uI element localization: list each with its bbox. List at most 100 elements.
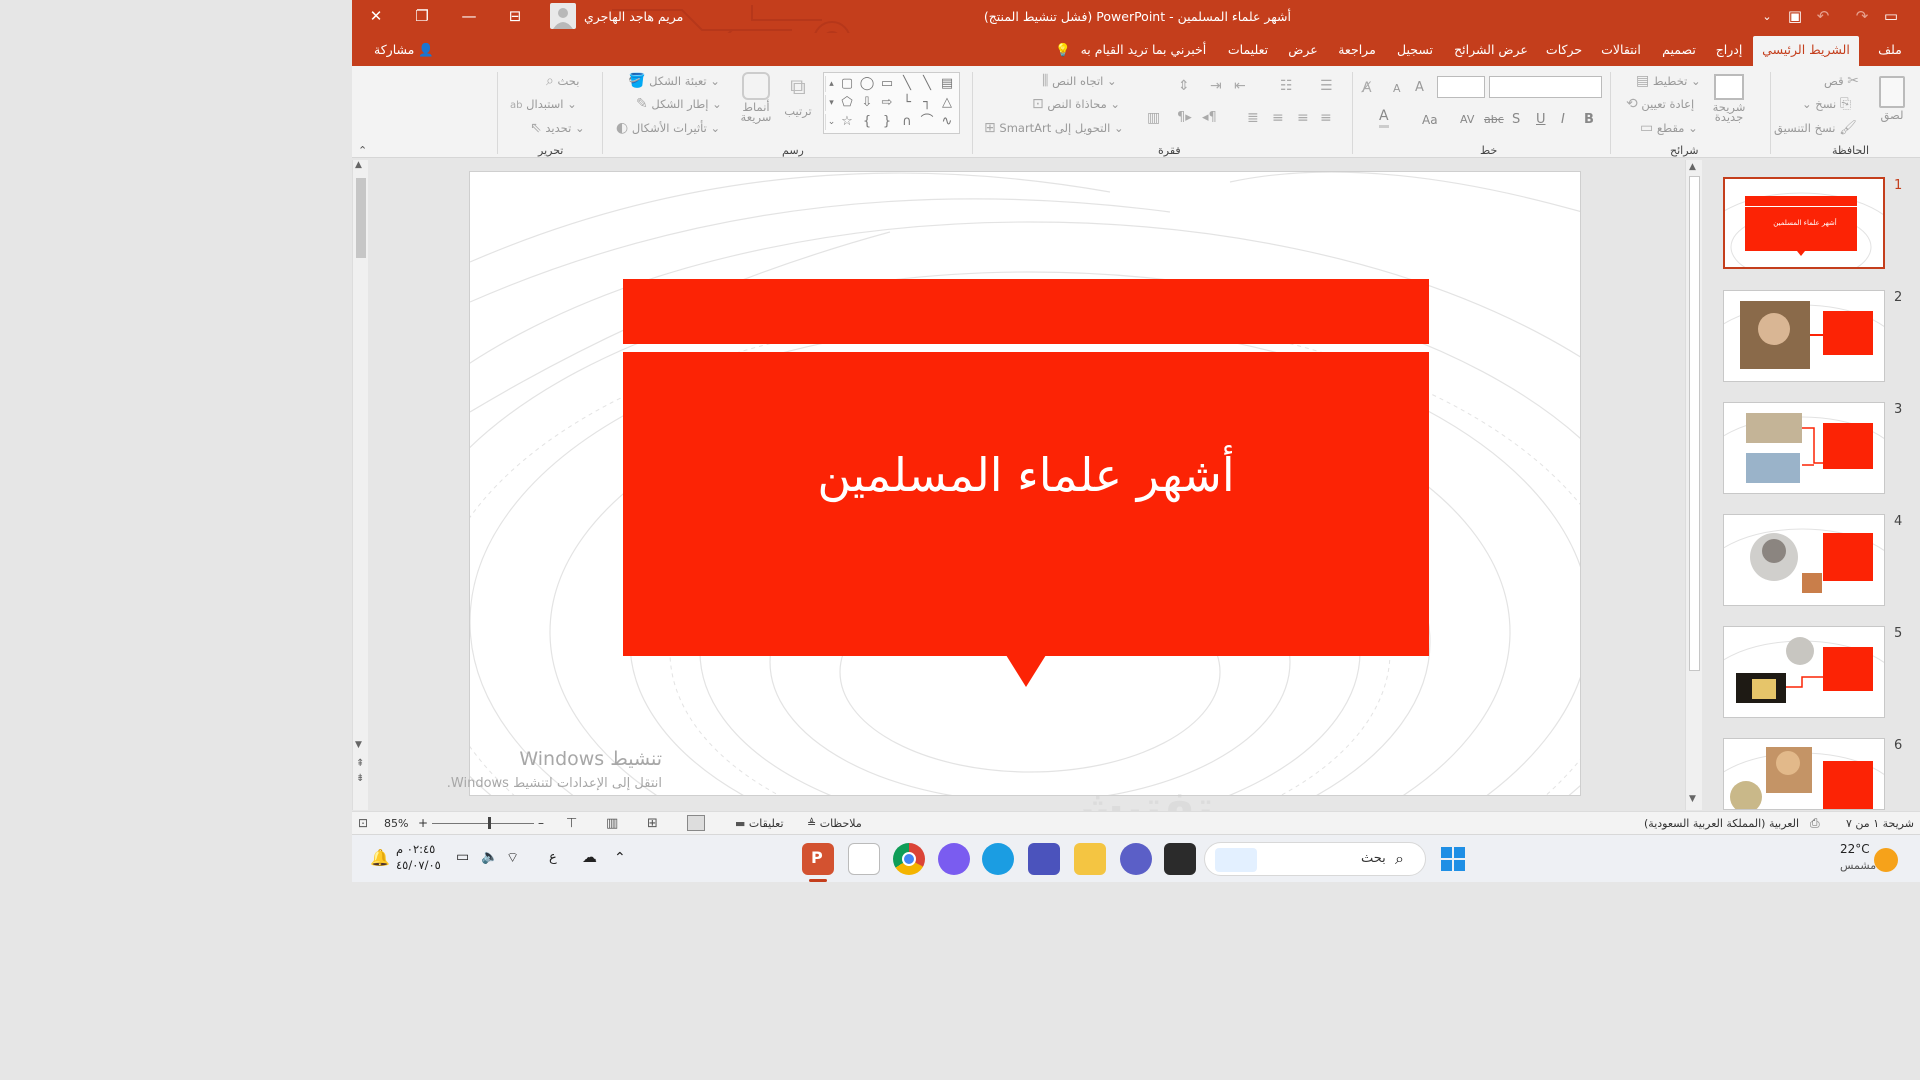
tell-me-box[interactable]: أخبرني بما تريد القيام به 💡 xyxy=(1055,36,1206,66)
zoom-slider-track[interactable] xyxy=(432,823,534,824)
undo-icon[interactable]: ↶ xyxy=(1808,0,1838,33)
rounded-rect-shape-icon[interactable]: ▢ xyxy=(839,76,855,92)
chrome-icon[interactable] xyxy=(893,843,925,875)
decrease-indent-icon[interactable]: ⇤ xyxy=(1234,76,1246,96)
present-icon[interactable]: ▣ xyxy=(1780,0,1810,33)
font-size-combo[interactable] xyxy=(1437,76,1485,98)
zoom-slider-thumb[interactable] xyxy=(488,817,491,829)
gallery-down-icon[interactable]: ▾ xyxy=(825,95,837,111)
pentagon-shape-icon[interactable]: ⬠ xyxy=(839,95,855,111)
fit-to-window-icon[interactable]: ⊡ xyxy=(358,812,368,835)
redo-icon[interactable]: ↷ xyxy=(1847,0,1877,33)
italic-button[interactable]: I xyxy=(1561,110,1565,130)
tab-transitions[interactable]: انتقالات xyxy=(1594,36,1648,66)
avatar[interactable] xyxy=(550,3,576,29)
brace-shape-icon[interactable]: { xyxy=(879,114,895,130)
change-case-button[interactable]: Aa xyxy=(1422,110,1438,130)
close-icon[interactable]: ✕ xyxy=(361,0,391,33)
sun-weather-icon[interactable] xyxy=(1874,848,1898,872)
shape-outline-button[interactable]: ⌄ إطار الشكل ✎ xyxy=(636,94,722,114)
align-right-icon[interactable]: ≡ xyxy=(1320,108,1332,128)
taskbar-search-box[interactable]: ⌕ بحث xyxy=(1204,842,1426,876)
scroll-down-icon[interactable]: ▼ xyxy=(355,740,362,750)
align-left-icon[interactable]: ≡ xyxy=(1272,108,1284,128)
oval-shape-icon[interactable]: ◯ xyxy=(859,76,875,92)
reset-button[interactable]: إعادة تعيين ⟲ xyxy=(1626,94,1694,114)
input-language[interactable]: ع xyxy=(549,850,557,865)
user-name[interactable]: مريم هاجد الهاجري xyxy=(584,0,683,33)
minimize-icon[interactable]: — xyxy=(454,0,484,33)
smartart-button[interactable]: ⌄ التحويل إلى SmartArt ⊞ xyxy=(984,118,1124,138)
underline-button[interactable]: U xyxy=(1536,110,1546,130)
file-explorer-icon[interactable] xyxy=(1074,843,1106,875)
triangle-shape-icon[interactable]: △ xyxy=(939,95,955,111)
paste-button[interactable]: لصق xyxy=(1874,76,1910,122)
notes-button[interactable]: ملاحظات ≜ xyxy=(807,812,862,835)
collapse-ribbon-icon[interactable]: ⌃ xyxy=(358,144,367,157)
powerpoint-icon[interactable]: P xyxy=(802,843,834,875)
slideshow-view-icon[interactable]: ⊤ xyxy=(566,812,577,835)
tab-file[interactable]: ملف xyxy=(1867,36,1913,66)
arrange-button[interactable]: ⧉ ترتيب xyxy=(780,72,816,118)
tab-review[interactable]: مراجعة xyxy=(1330,36,1384,66)
onedrive-icon[interactable]: ☁ xyxy=(582,848,597,866)
increase-indent-icon[interactable]: ⇥ xyxy=(1210,76,1222,96)
line2-shape-icon[interactable]: ╲ xyxy=(899,76,915,92)
scroll-up-icon[interactable]: ▲ xyxy=(355,160,362,170)
shapes-gallery[interactable]: ▤ ╲ ╲ ▭ ◯ ▢ △ ┐ └ ⇨ ⇩ ⬠ ∿ ⌒ ∩ { } ☆ ▴ ▾ … xyxy=(823,72,960,134)
document-app-icon[interactable] xyxy=(848,843,880,875)
gallery-more-icon[interactable]: ⌄ xyxy=(825,114,837,130)
arrow-down-shape-icon[interactable]: ⇩ xyxy=(859,95,875,111)
bracket-shape-icon[interactable]: } xyxy=(859,114,875,130)
reading-view-icon[interactable]: ▥ xyxy=(606,812,618,835)
slide-thumbnail-5[interactable] xyxy=(1723,626,1885,718)
tab-insert[interactable]: إدراج xyxy=(1709,36,1749,66)
volume-icon[interactable]: 🔈 xyxy=(481,849,498,865)
columns-icon[interactable]: ▥ xyxy=(1147,108,1160,128)
find-button[interactable]: بحث ⌕ xyxy=(546,71,579,91)
battery-icon[interactable]: ▭ xyxy=(456,849,469,865)
slide-thumbnail-4[interactable] xyxy=(1723,514,1885,606)
copy-button[interactable]: ⎘ نسخ ⌄ xyxy=(1802,94,1851,114)
edge-browser-icon[interactable] xyxy=(982,843,1014,875)
tab-help[interactable]: تعليمات xyxy=(1219,36,1277,66)
scroll-down-icon[interactable]: ▼ xyxy=(1689,794,1696,804)
notification-bell-icon[interactable]: 🔔 xyxy=(370,848,390,867)
comments-button[interactable]: تعليقات ▬ xyxy=(735,812,784,835)
rtl-direction-icon[interactable]: ¶◂ xyxy=(1202,108,1217,128)
share-button[interactable]: 👤 مشاركة xyxy=(374,36,434,66)
connector-shape-icon[interactable]: ┐ xyxy=(919,95,935,111)
text-direction-button[interactable]: ⌄ اتجاه النص ⫼ xyxy=(1042,71,1117,91)
next-slide-icon[interactable]: ⇟ xyxy=(356,773,364,784)
line-spacing-icon[interactable]: ⇕ xyxy=(1178,76,1190,96)
show-hidden-icons[interactable]: ⌃ xyxy=(614,850,626,866)
textbox-shape-icon[interactable]: ▤ xyxy=(939,76,955,92)
windows-start-icon[interactable] xyxy=(1441,847,1465,871)
shape-fill-button[interactable]: ⌄ تعبئة الشكل 🪣 xyxy=(628,71,720,91)
bold-button[interactable]: B xyxy=(1584,110,1594,130)
save-icon[interactable]: ▭ xyxy=(1876,0,1906,33)
slide-thumbnail-6[interactable] xyxy=(1723,738,1885,810)
tab-view[interactable]: عرض xyxy=(1282,36,1324,66)
strikethrough-button[interactable]: abc xyxy=(1484,110,1504,130)
slide-thumbnail-1[interactable]: أشهر علماء المسلمين xyxy=(1723,177,1885,269)
numbering-icon[interactable]: ☷ xyxy=(1280,76,1293,96)
zoom-level[interactable]: 85% xyxy=(384,812,408,835)
clock-time[interactable]: ٠٢:٤٥ م xyxy=(396,842,435,856)
rectangle-shape-icon[interactable]: ▭ xyxy=(879,76,895,92)
freeform-shape-icon[interactable]: ∿ xyxy=(939,114,955,130)
gallery-up-icon[interactable]: ▴ xyxy=(825,76,837,92)
star-shape-icon[interactable]: ☆ xyxy=(839,114,855,130)
slide-scrollbar-right[interactable]: ▲ ▼ xyxy=(1685,160,1702,810)
scroll-thumb[interactable] xyxy=(1689,176,1700,671)
teams-icon[interactable] xyxy=(1028,843,1060,875)
slide-scrollbar-left[interactable]: ▲ ▼ ⇞ ⇟ xyxy=(352,160,368,810)
arc-shape-icon[interactable]: ⌒ xyxy=(919,114,935,130)
scroll-up-icon[interactable]: ▲ xyxy=(1689,162,1696,172)
char-spacing-button[interactable]: AV xyxy=(1460,110,1474,130)
curve-shape-icon[interactable]: ∩ xyxy=(899,114,915,130)
title-banner-top[interactable] xyxy=(623,279,1429,344)
tab-home[interactable]: الشريط الرئيسي xyxy=(1753,36,1859,66)
title-banner-main[interactable]: أشهر علماء المسلمين xyxy=(623,352,1429,656)
slide-sorter-icon[interactable]: ⊞ xyxy=(647,812,658,835)
